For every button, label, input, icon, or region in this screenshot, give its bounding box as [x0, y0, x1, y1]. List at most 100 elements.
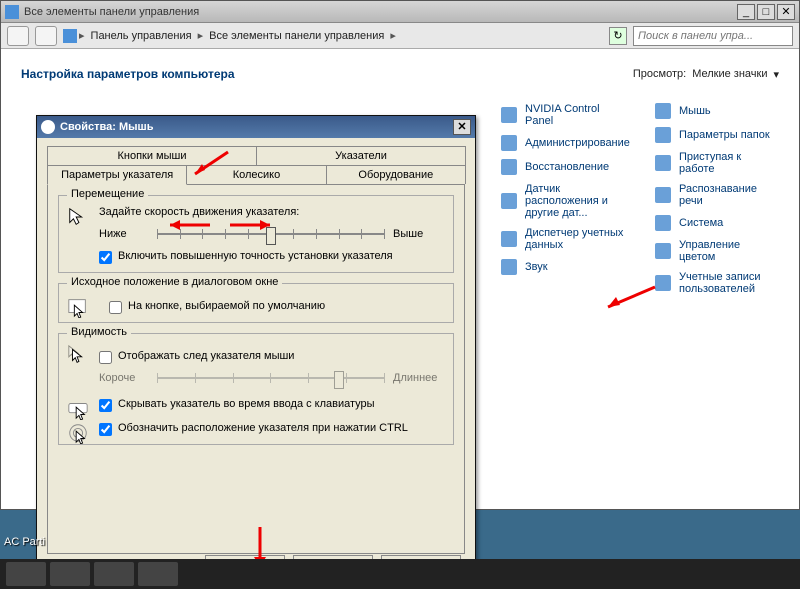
maximize-button[interactable]: □	[757, 4, 775, 20]
tab-pointer-options[interactable]: Параметры указателя	[47, 165, 187, 185]
ctrl-locate-label: Обозначить расположение указателя при на…	[118, 422, 443, 434]
hide-pointer-icon	[67, 398, 89, 420]
control-panel-item[interactable]: Система	[655, 211, 779, 235]
enhance-precision-checkbox[interactable]	[99, 251, 112, 264]
dialog-title: Свойства: Мышь	[60, 121, 453, 133]
item-icon	[655, 127, 671, 143]
group-snap-to: Исходное положение в диалоговом окне На …	[58, 283, 454, 323]
tab-pointers[interactable]: Указатели	[256, 146, 466, 165]
item-label: Звук	[525, 261, 548, 273]
item-label: Учетные записи пользователей	[679, 271, 779, 295]
item-icon	[501, 159, 517, 175]
item-icon	[501, 107, 517, 123]
item-icon	[501, 259, 517, 275]
taskbar-button[interactable]	[50, 562, 90, 586]
taskbar[interactable]	[0, 559, 800, 589]
control-panel-item[interactable]: Приступая к работе	[655, 147, 779, 179]
item-label: Управление цветом	[679, 239, 779, 263]
item-icon	[501, 135, 517, 151]
control-panel-item[interactable]: Параметры папок	[655, 123, 779, 147]
refresh-button[interactable]: ↻	[609, 27, 627, 45]
hide-pointer-label: Скрывать указатель во время ввода с клав…	[118, 398, 443, 410]
tab-hardware[interactable]: Оборудование	[326, 165, 466, 184]
trail-short-label: Короче	[99, 372, 149, 384]
pointer-trail-checkbox[interactable]	[99, 351, 112, 364]
item-label: Диспетчер учетных данных	[525, 227, 625, 251]
enhance-precision-label: Включить повышенную точность установки у…	[118, 250, 443, 262]
view-label: Просмотр:	[633, 68, 686, 80]
tab-buttons[interactable]: Кнопки мыши	[47, 146, 257, 165]
group-visibility-label: Видимость	[67, 326, 131, 338]
ctrl-locate-icon	[67, 422, 89, 444]
item-label: Администрирование	[525, 137, 630, 149]
item-label: Распознавание речи	[679, 183, 779, 207]
mouse-icon	[41, 120, 55, 134]
search-input[interactable]	[633, 26, 793, 46]
breadcrumb[interactable]: ▸ Панель управления ▸ Все элементы панел…	[63, 28, 603, 44]
chevron-right-icon: ▸	[390, 29, 396, 42]
window-title: Все элементы панели управления	[24, 6, 735, 18]
dialog-close-button[interactable]: ✕	[453, 119, 471, 135]
item-label: Приступая к работе	[679, 151, 779, 175]
chevron-down-icon: ▾	[773, 68, 779, 81]
control-panel-item[interactable]: Датчик расположения и другие дат...	[501, 179, 625, 223]
control-panel-item[interactable]: Распознавание речи	[655, 179, 779, 211]
item-label: Датчик расположения и другие дат...	[525, 183, 625, 219]
breadcrumb-icon	[63, 29, 77, 43]
breadcrumb-seg-1[interactable]: Все элементы панели управления	[205, 28, 388, 44]
item-label: Восстановление	[525, 161, 609, 173]
titlebar: Все элементы панели управления _ □ ✕	[1, 1, 799, 23]
snap-to-label: На кнопке, выбираемой по умолчанию	[128, 300, 443, 312]
group-motion: Перемещение Задайте скорость движения ук…	[58, 195, 454, 273]
pointer-speed-icon	[67, 206, 89, 228]
control-panel-item[interactable]: Восстановление	[501, 155, 625, 179]
toolbar: ▸ Панель управления ▸ Все элементы панел…	[1, 23, 799, 49]
item-label: Параметры папок	[679, 129, 770, 141]
slider-thumb[interactable]	[266, 227, 276, 245]
tabs: Кнопки мыши Указатели Параметры указател…	[37, 138, 475, 184]
snap-to-checkbox[interactable]	[109, 301, 122, 314]
taskbar-button[interactable]	[138, 562, 178, 586]
forward-button[interactable]	[35, 26, 57, 46]
item-icon	[655, 275, 671, 291]
item-label: Мышь	[679, 105, 711, 117]
page-title: Настройка параметров компьютера	[21, 67, 235, 81]
control-panel-item[interactable]: Звук	[501, 255, 625, 279]
ctrl-locate-checkbox[interactable]	[99, 423, 112, 436]
control-panel-item[interactable]: NVIDIA Control Panel	[501, 99, 625, 131]
chevron-right-icon: ▸	[198, 29, 204, 42]
item-label: NVIDIA Control Panel	[525, 103, 625, 127]
taskbar-button[interactable]	[6, 562, 46, 586]
dialog-titlebar: Свойства: Мышь ✕	[37, 116, 475, 138]
control-panel-item[interactable]: Администрирование	[501, 131, 625, 155]
trail-long-label: Длиннее	[393, 372, 443, 384]
items-list: NVIDIA Control Panel Администрирование Вос…	[501, 99, 779, 299]
item-icon	[501, 231, 517, 247]
close-button[interactable]: ✕	[777, 4, 795, 20]
control-panel-item[interactable]: Диспетчер учетных данных	[501, 223, 625, 255]
pointer-trail-icon	[67, 344, 89, 366]
minimize-button[interactable]: _	[737, 4, 755, 20]
snap-to-icon	[67, 296, 89, 318]
control-panel-item[interactable]: Управление цветом	[655, 235, 779, 267]
chevron-right-icon: ▸	[79, 29, 85, 42]
hide-pointer-checkbox[interactable]	[99, 399, 112, 412]
tab-wheel[interactable]: Колесико	[186, 165, 326, 184]
item-icon	[655, 103, 671, 119]
mouse-properties-dialog: Свойства: Мышь ✕ Кнопки мыши Указатели П…	[36, 115, 476, 588]
pointer-speed-slider[interactable]	[157, 224, 385, 244]
group-motion-label: Перемещение	[67, 188, 148, 200]
group-snap-label: Исходное положение в диалоговом окне	[67, 276, 282, 288]
item-icon	[655, 215, 671, 231]
view-selector[interactable]: Просмотр: Мелкие значки ▾	[633, 68, 779, 81]
view-value: Мелкие значки	[692, 68, 767, 80]
breadcrumb-seg-0[interactable]: Панель управления	[87, 28, 196, 44]
item-icon	[655, 187, 671, 203]
item-icon	[655, 243, 671, 259]
taskbar-button[interactable]	[94, 562, 134, 586]
motion-text: Задайте скорость движения указателя:	[99, 206, 443, 218]
control-panel-item[interactable]: Мышь	[655, 99, 779, 123]
back-button[interactable]	[7, 26, 29, 46]
control-panel-item[interactable]: Учетные записи пользователей	[655, 267, 779, 299]
pointer-trail-label: Отображать след указателя мыши	[118, 350, 443, 362]
